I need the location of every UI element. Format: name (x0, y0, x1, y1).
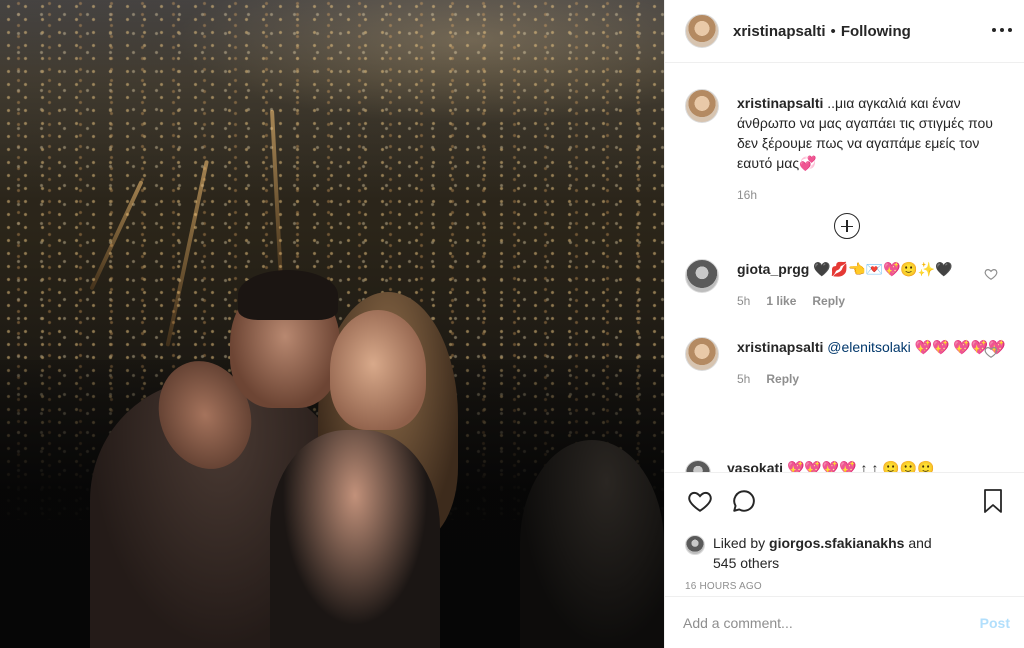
commenter-avatar[interactable] (685, 337, 719, 371)
comment-username[interactable]: xristinapsalti (737, 339, 823, 355)
post-photo[interactable] (0, 0, 664, 648)
man-hair (238, 270, 338, 320)
comment-item: giota_prgg 🖤💋👈💌💖🙂✨🖤 5h 1 like Reply (685, 259, 1008, 311)
more-icon[interactable] (992, 20, 1012, 40)
post-actions: Liked by giorgos.sfakianakhs and 545 oth… (665, 472, 1024, 592)
comments-list[interactable]: xristinapsalti ..μια αγκαλιά και έναν άν… (665, 63, 1024, 471)
comment-item-partial: yasokati 💖💖💖💖 ↑ ↑ 🙂🙂🙂 (685, 460, 935, 472)
liker-username[interactable]: giorgos.sfakianakhs (769, 535, 904, 551)
post-sidebar: xristinapsalti • Following xristinapsalt… (664, 0, 1024, 648)
liked-by-and: and (908, 535, 932, 551)
woman-face (330, 310, 426, 430)
bookmark-icon[interactable] (978, 486, 1008, 516)
reply-button[interactable]: Reply (812, 291, 845, 311)
commenter-avatar[interactable] (685, 460, 711, 472)
comment-time[interactable]: 5h (737, 291, 750, 311)
woman-figure (270, 430, 440, 648)
comment-time[interactable]: 5h (737, 369, 750, 389)
liker-avatar[interactable] (685, 535, 705, 555)
comment-heart-icon[interactable] (984, 267, 998, 281)
comment-mention[interactable]: @elenitsolaki (827, 339, 910, 355)
author-avatar[interactable] (685, 14, 719, 48)
background-person (520, 440, 664, 648)
liked-by-prefix: Liked by (713, 535, 766, 551)
comment-text: 🖤💋👈💌💖🙂✨🖤 (813, 261, 953, 277)
comment-icon[interactable] (729, 486, 759, 516)
comment-username[interactable]: giota_prgg (737, 261, 809, 277)
commenter-avatar[interactable] (685, 259, 719, 293)
liked-by: Liked by giorgos.sfakianakhs and 545 oth… (685, 533, 1008, 573)
heart-icon[interactable] (685, 486, 715, 516)
comment-input[interactable] (683, 614, 980, 631)
plus-circle-icon[interactable] (833, 213, 860, 239)
post-header: xristinapsalti • Following (665, 0, 1024, 63)
caption-avatar[interactable] (685, 89, 719, 123)
author-username[interactable]: xristinapsalti (733, 23, 826, 40)
comment-username[interactable]: yasokati (727, 460, 783, 472)
caption-time[interactable]: 16h (737, 185, 757, 205)
add-comment-bar: Post (665, 596, 1024, 648)
load-more-comments (685, 213, 1008, 239)
comment-likes[interactable]: 1 like (766, 291, 796, 311)
following-button[interactable]: Following (841, 23, 911, 40)
post-timestamp[interactable]: 16 HOURS AGO (685, 581, 1008, 592)
caption: xristinapsalti ..μια αγκαλιά και έναν άν… (685, 63, 1008, 205)
likes-others-link[interactable]: 545 others (713, 555, 779, 571)
comment-item: xristinapsalti @elenitsolaki 💖💖 💖💖💖 5h R… (685, 337, 1008, 389)
comment-text: 💖💖💖💖 ↑ ↑ 🙂🙂🙂 (786, 460, 935, 472)
reply-button[interactable]: Reply (766, 369, 799, 389)
post-button[interactable]: Post (980, 615, 1010, 631)
caption-username[interactable]: xristinapsalti (737, 95, 823, 111)
header-separator: • (830, 22, 836, 40)
comment-heart-icon[interactable] (984, 345, 998, 359)
